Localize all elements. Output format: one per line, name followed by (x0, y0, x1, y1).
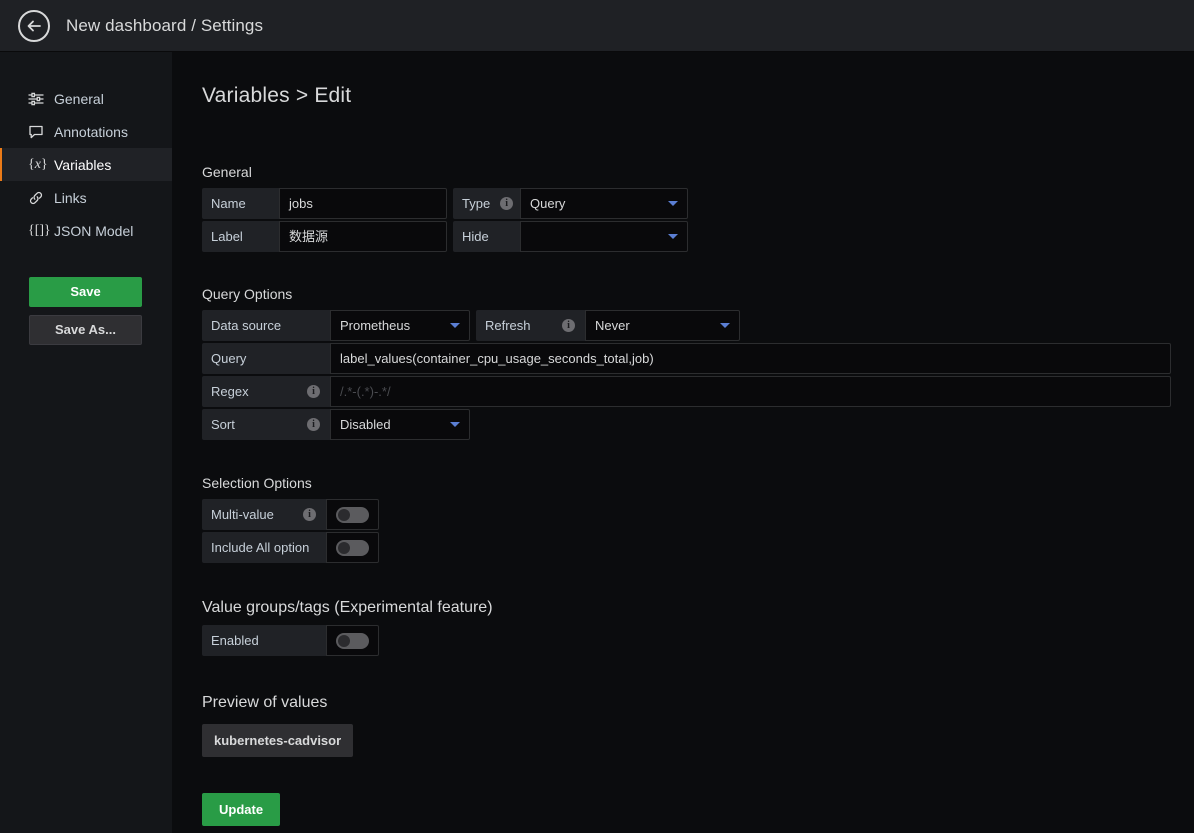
sort-label: Sort i (202, 409, 330, 440)
enabled-label: Enabled (202, 625, 326, 656)
section-title-query-options: Query Options (202, 286, 1194, 302)
sliders-icon (28, 91, 48, 107)
regex-input[interactable]: /.*-(.*)-.*/ (330, 376, 1171, 407)
multivalue-info-icon[interactable]: i (303, 508, 316, 521)
refresh-select[interactable]: Never (585, 310, 740, 341)
label-label: Label (202, 221, 279, 252)
chevron-down-icon (450, 422, 460, 427)
refresh-select-value: Never (595, 318, 630, 333)
query-row-query: Query label_values(container_cpu_usage_s… (202, 343, 1194, 374)
sort-info-icon[interactable]: i (307, 418, 320, 431)
type-info-icon[interactable]: i (500, 197, 513, 210)
type-select-value: Query (530, 196, 565, 211)
toggle-knob (338, 635, 350, 647)
sidebar-item-label: JSON Model (54, 223, 133, 239)
sort-select-value: Disabled (340, 417, 391, 432)
query-input[interactable]: label_values(container_cpu_usage_seconds… (330, 343, 1171, 374)
sidebar-item-label: Variables (54, 157, 111, 173)
sidebar-item-annotations[interactable]: Annotations (0, 115, 172, 148)
datasource-select[interactable]: Prometheus (330, 310, 470, 341)
hide-field-group: Hide (453, 221, 688, 252)
back-arrow-icon[interactable] (18, 10, 50, 42)
section-title-value-groups: Value groups/tags (Experimental feature) (202, 599, 1194, 617)
hide-label: Hide (453, 221, 520, 252)
back-arrow-glyph (26, 18, 42, 34)
section-title-selection-options: Selection Options (202, 475, 1194, 491)
sidebar-item-general[interactable]: General (0, 82, 172, 115)
refresh-label: Refresh i (476, 310, 585, 341)
chevron-down-icon (450, 323, 460, 328)
name-field-group: Name jobs (202, 188, 447, 219)
sidebar-item-variables[interactable]: {x} Variables (0, 148, 172, 181)
label-input[interactable]: 数据源 (279, 221, 447, 252)
sort-field-group: Sort i Disabled (202, 409, 470, 440)
selection-row-include-all: Include All option (202, 532, 1194, 563)
multivalue-toggle[interactable] (326, 499, 379, 530)
regex-info-icon[interactable]: i (307, 385, 320, 398)
chevron-down-icon (668, 201, 678, 206)
toggle-knob (338, 509, 350, 521)
save-as-button[interactable]: Save As... (29, 315, 142, 345)
hide-select[interactable] (520, 221, 688, 252)
query-row-sort: Sort i Disabled (202, 409, 1194, 440)
top-header-bar: New dashboard / Settings (0, 0, 1194, 52)
general-row-1: Name jobs Type i Query (202, 188, 1194, 219)
enabled-toggle[interactable] (326, 625, 379, 656)
type-field-group: Type i Query (453, 188, 688, 219)
sidebar-item-label: Annotations (54, 124, 128, 140)
regex-field-group: Regex i /.*-(.*)-.*/ (202, 376, 1171, 407)
chevron-down-icon (668, 234, 678, 239)
query-field-group: Query label_values(container_cpu_usage_s… (202, 343, 1171, 374)
include-all-field-group: Include All option (202, 532, 379, 563)
toggle-track (336, 507, 369, 523)
update-button[interactable]: Update (202, 793, 280, 826)
multivalue-label: Multi-value i (202, 499, 326, 530)
section-title-general: General (202, 164, 1194, 180)
datasource-select-value: Prometheus (340, 318, 410, 333)
datasource-label: Data source (202, 310, 330, 341)
sidebar-actions: Save Save As... (0, 277, 172, 345)
enabled-field-group: Enabled (202, 625, 379, 656)
main-content: Variables > Edit General Name jobs Type … (172, 52, 1194, 833)
include-all-toggle[interactable] (326, 532, 379, 563)
toggle-track (336, 633, 369, 649)
query-label: Query (202, 343, 330, 374)
sidebar-item-label: General (54, 91, 104, 107)
sidebar-item-json-model[interactable]: {[]} JSON Model (0, 214, 172, 247)
preview-value-chip: kubernetes-cadvisor (202, 724, 353, 757)
name-input[interactable]: jobs (279, 188, 447, 219)
settings-sidebar: General Annotations {x} Variables Links … (0, 52, 172, 833)
type-label: Type i (453, 188, 520, 219)
include-all-label: Include All option (202, 532, 326, 563)
sort-select[interactable]: Disabled (330, 409, 470, 440)
query-row-datasource: Data source Prometheus Refresh i Never (202, 310, 1194, 341)
sidebar-item-links[interactable]: Links (0, 181, 172, 214)
toggle-track (336, 540, 369, 556)
type-select[interactable]: Query (520, 188, 688, 219)
link-icon (28, 190, 48, 206)
datasource-field-group: Data source Prometheus (202, 310, 470, 341)
page-title: Variables > Edit (202, 84, 1194, 108)
section-title-preview: Preview of values (202, 694, 1194, 712)
label-field-group: Label 数据源 (202, 221, 447, 252)
multivalue-field-group: Multi-value i (202, 499, 379, 530)
breadcrumb[interactable]: New dashboard / Settings (66, 16, 263, 36)
name-label: Name (202, 188, 279, 219)
regex-label: Regex i (202, 376, 330, 407)
variable-braces-icon: {x} (28, 157, 48, 173)
comment-icon (28, 124, 48, 140)
refresh-field-group: Refresh i Never (476, 310, 740, 341)
general-row-2: Label 数据源 Hide (202, 221, 1194, 252)
query-row-regex: Regex i /.*-(.*)-.*/ (202, 376, 1194, 407)
json-braces-icon: {[]} (28, 223, 48, 239)
sidebar-item-label: Links (54, 190, 87, 206)
value-groups-row-enabled: Enabled (202, 625, 1194, 656)
preview-values-list: kubernetes-cadvisor (202, 720, 1194, 757)
chevron-down-icon (720, 323, 730, 328)
save-button[interactable]: Save (29, 277, 142, 307)
selection-row-multivalue: Multi-value i (202, 499, 1194, 530)
refresh-info-icon[interactable]: i (562, 319, 575, 332)
toggle-knob (338, 542, 350, 554)
